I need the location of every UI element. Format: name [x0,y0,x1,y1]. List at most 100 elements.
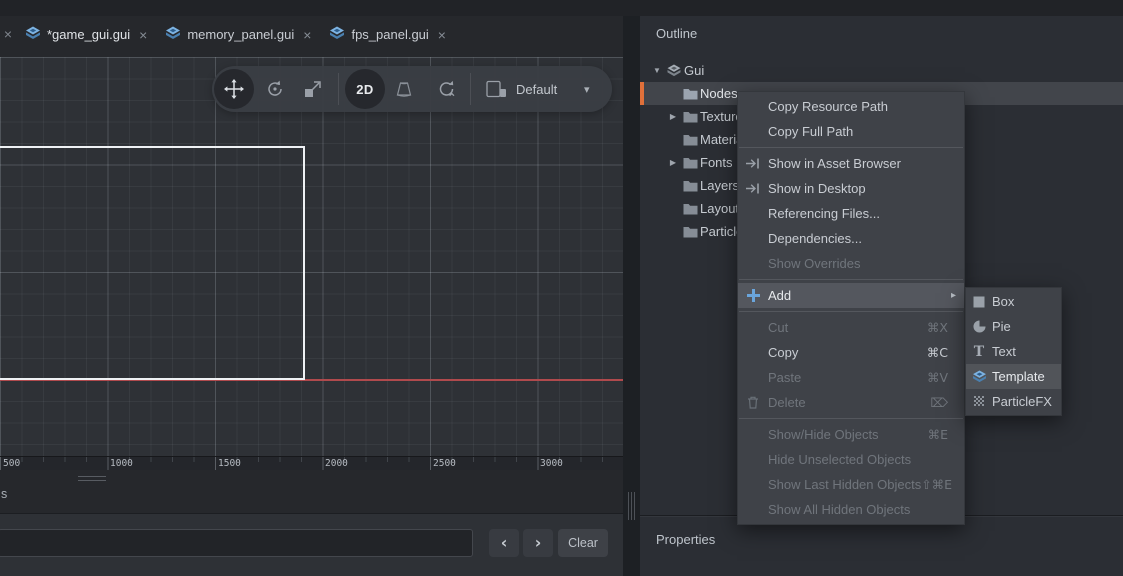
find-next-button[interactable]: › [523,529,553,557]
submenu-item-text[interactable]: T Text [966,339,1061,364]
tree-row-label: Layers [700,178,739,193]
folder-icon [680,88,700,100]
shortcut-label: ⌘E [928,427,948,442]
tab-label: fps_panel.gui [351,27,428,42]
device-layout-icon [484,81,508,98]
add-submenu: Box Pie T Text Template ParticleFX [965,287,1062,416]
menu-item-copy-resource-path[interactable]: Copy Resource Path [738,94,964,119]
trash-icon [738,396,768,409]
folder-icon [680,111,700,123]
tab-memory-panel[interactable]: memory_panel.gui × [156,12,320,57]
menu-separator [739,279,963,280]
menu-item-show-overrides: Show Overrides [738,251,964,276]
menu-separator [739,418,963,419]
scene-viewport[interactable]: 2D Default ▾ [0,57,623,456]
editor-pane: × *game_gui.gui × memory_panel.gui × [0,16,623,576]
console-toolbar: ‹ › Clear [0,513,623,576]
menu-item-show-in-desktop[interactable]: Show in Desktop [738,176,964,201]
submenu-item-pie[interactable]: Pie [966,314,1061,339]
outline-title: Outline [656,26,697,41]
context-menu: Copy Resource Path Copy Full Path Show i… [737,91,965,525]
toolbar-separator [470,73,471,105]
menu-item-show-last-hidden-objects: Show Last Hidden Objects ⇧⌘E [738,472,964,497]
toolbar-separator [338,73,339,105]
2d-mode-button[interactable]: 2D [345,69,385,109]
move-tool-button[interactable] [214,69,254,109]
close-icon[interactable]: × [139,27,147,43]
menu-item-hide-unselected-objects: Hide Unselected Objects [738,447,964,472]
menu-separator [739,311,963,312]
jump-to-icon [738,158,768,169]
gui-scene-icon [664,64,684,77]
ruler-tick: 1500 [218,458,241,469]
reload-icon[interactable] [435,80,457,99]
folder-icon [680,203,700,215]
tab-label: memory_panel.gui [187,27,294,42]
chevron-right-icon[interactable]: ▶ [666,112,680,121]
particlefx-node-icon [966,395,992,408]
ruler-tick: 1000 [110,458,133,469]
clipped-label-fragment: s [1,487,7,501]
editor-tab-bar: × *game_gui.gui × memory_panel.gui × [0,16,623,57]
pane-divider[interactable] [623,16,640,576]
gui-scene-icon [329,26,345,43]
submenu-item-template[interactable]: Template [966,364,1061,389]
chevron-down-icon[interactable]: ▼ [650,66,664,75]
2d-mode-label: 2D [356,82,374,97]
defold-editor-window: × *game_gui.gui × memory_panel.gui × [0,0,1123,576]
layout-profile-dropdown[interactable]: Default [516,66,557,112]
delete-key-icon: ⌦ [930,395,948,410]
submenu-item-box[interactable]: Box [966,289,1061,314]
rotate-tool-button[interactable] [264,79,286,99]
menu-item-copy-full-path[interactable]: Copy Full Path [738,119,964,144]
menu-item-delete: Delete ⌦ [738,390,964,415]
tab-label: *game_gui.gui [47,27,130,42]
tree-row-gui[interactable]: ▼ Gui [640,59,1123,82]
ruler-tick: 2000 [325,458,348,469]
shortcut-label: ⌘V [927,370,948,385]
menu-separator [739,147,963,148]
tab-fps-panel[interactable]: fps_panel.gui × [320,12,455,57]
close-icon[interactable]: × [438,27,446,43]
folder-icon [680,157,700,169]
menu-item-paste: Paste ⌘V [738,365,964,390]
panel-resize-handle[interactable] [78,476,106,481]
folder-icon [680,180,700,192]
jump-to-icon [738,183,768,194]
chevron-right-icon: › [535,533,542,552]
tree-row-label: Nodes [700,86,738,101]
properties-title: Properties [656,532,715,547]
menu-item-copy[interactable]: Copy ⌘C [738,340,964,365]
pie-node-icon [966,320,992,333]
chevron-right-icon[interactable]: ▶ [666,158,680,167]
scale-tool-button[interactable] [302,79,324,99]
menu-item-add[interactable]: Add ▸ [738,283,964,308]
menu-item-dependencies[interactable]: Dependencies... [738,226,964,251]
clear-console-button[interactable]: Clear [558,529,608,557]
divider-handle[interactable] [628,492,635,520]
tab-game-gui[interactable]: *game_gui.gui × [16,12,156,57]
ruler-tick: 2500 [433,458,456,469]
close-icon[interactable]: × [303,27,311,43]
gui-canvas-outline [0,146,305,380]
chevron-left-icon: ‹ [501,533,508,552]
console-filter-input[interactable] [0,529,473,557]
folder-icon [680,226,700,238]
menu-item-referencing-files[interactable]: Referencing Files... [738,201,964,226]
gui-scene-icon [25,26,41,43]
chevron-down-icon[interactable]: ▾ [584,66,590,112]
shortcut-label: ⌘X [927,320,948,335]
submenu-item-particlefx[interactable]: ParticleFX [966,389,1061,414]
tree-row-label: Gui [684,63,704,78]
text-node-icon: T [966,345,992,359]
ruler-tick: 3000 [540,458,563,469]
find-prev-button[interactable]: ‹ [489,529,519,557]
template-node-icon [966,370,992,383]
menu-item-show-all-hidden-objects: Show All Hidden Objects [738,497,964,522]
shortcut-label: ⌘C [927,345,948,360]
menu-item-show-in-asset-browser[interactable]: Show in Asset Browser [738,151,964,176]
folder-icon [680,134,700,146]
perspective-camera-button[interactable] [393,81,415,98]
gui-scene-icon [165,26,181,43]
close-icon[interactable]: × [0,10,16,57]
